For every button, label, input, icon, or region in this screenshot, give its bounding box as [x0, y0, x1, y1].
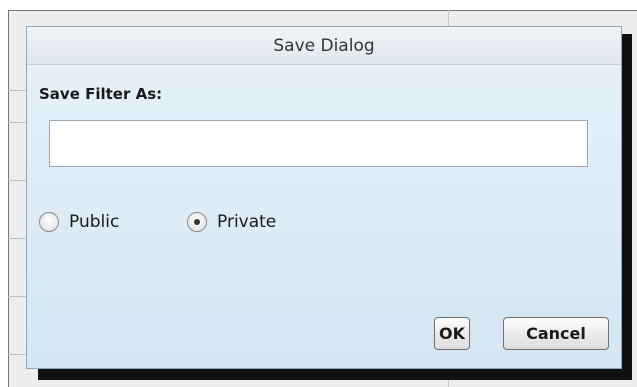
dialog-titlebar[interactable]: Save Dialog: [27, 27, 621, 65]
background-divider: [8, 238, 28, 239]
radio-unchecked-icon[interactable]: [39, 212, 59, 232]
radio-private[interactable]: Private: [187, 212, 276, 232]
background-divider: [8, 180, 28, 181]
dialog-body: Save Filter As: Public Private OK Cancel: [27, 65, 621, 368]
dialog-shadow: [622, 34, 632, 380]
background-divider: [8, 296, 28, 297]
radio-checked-icon[interactable]: [187, 212, 207, 232]
radio-public[interactable]: Public: [39, 212, 119, 232]
save-dialog: Save Dialog Save Filter As: Public Priva…: [26, 26, 622, 369]
dialog-title: Save Dialog: [273, 35, 375, 56]
dialog-shadow: [38, 369, 632, 380]
cancel-button[interactable]: Cancel: [503, 317, 609, 350]
background-divider: [8, 354, 28, 355]
background-divider: [8, 90, 28, 91]
filter-name-label: Save Filter As:: [39, 85, 163, 103]
background-divider: [8, 122, 28, 123]
radio-private-label: Private: [217, 212, 277, 232]
screen: Save Dialog Save Filter As: Public Priva…: [0, 0, 637, 387]
radio-public-label: Public: [69, 212, 120, 232]
filter-name-input[interactable]: [49, 120, 588, 167]
ok-button[interactable]: OK: [434, 317, 470, 350]
